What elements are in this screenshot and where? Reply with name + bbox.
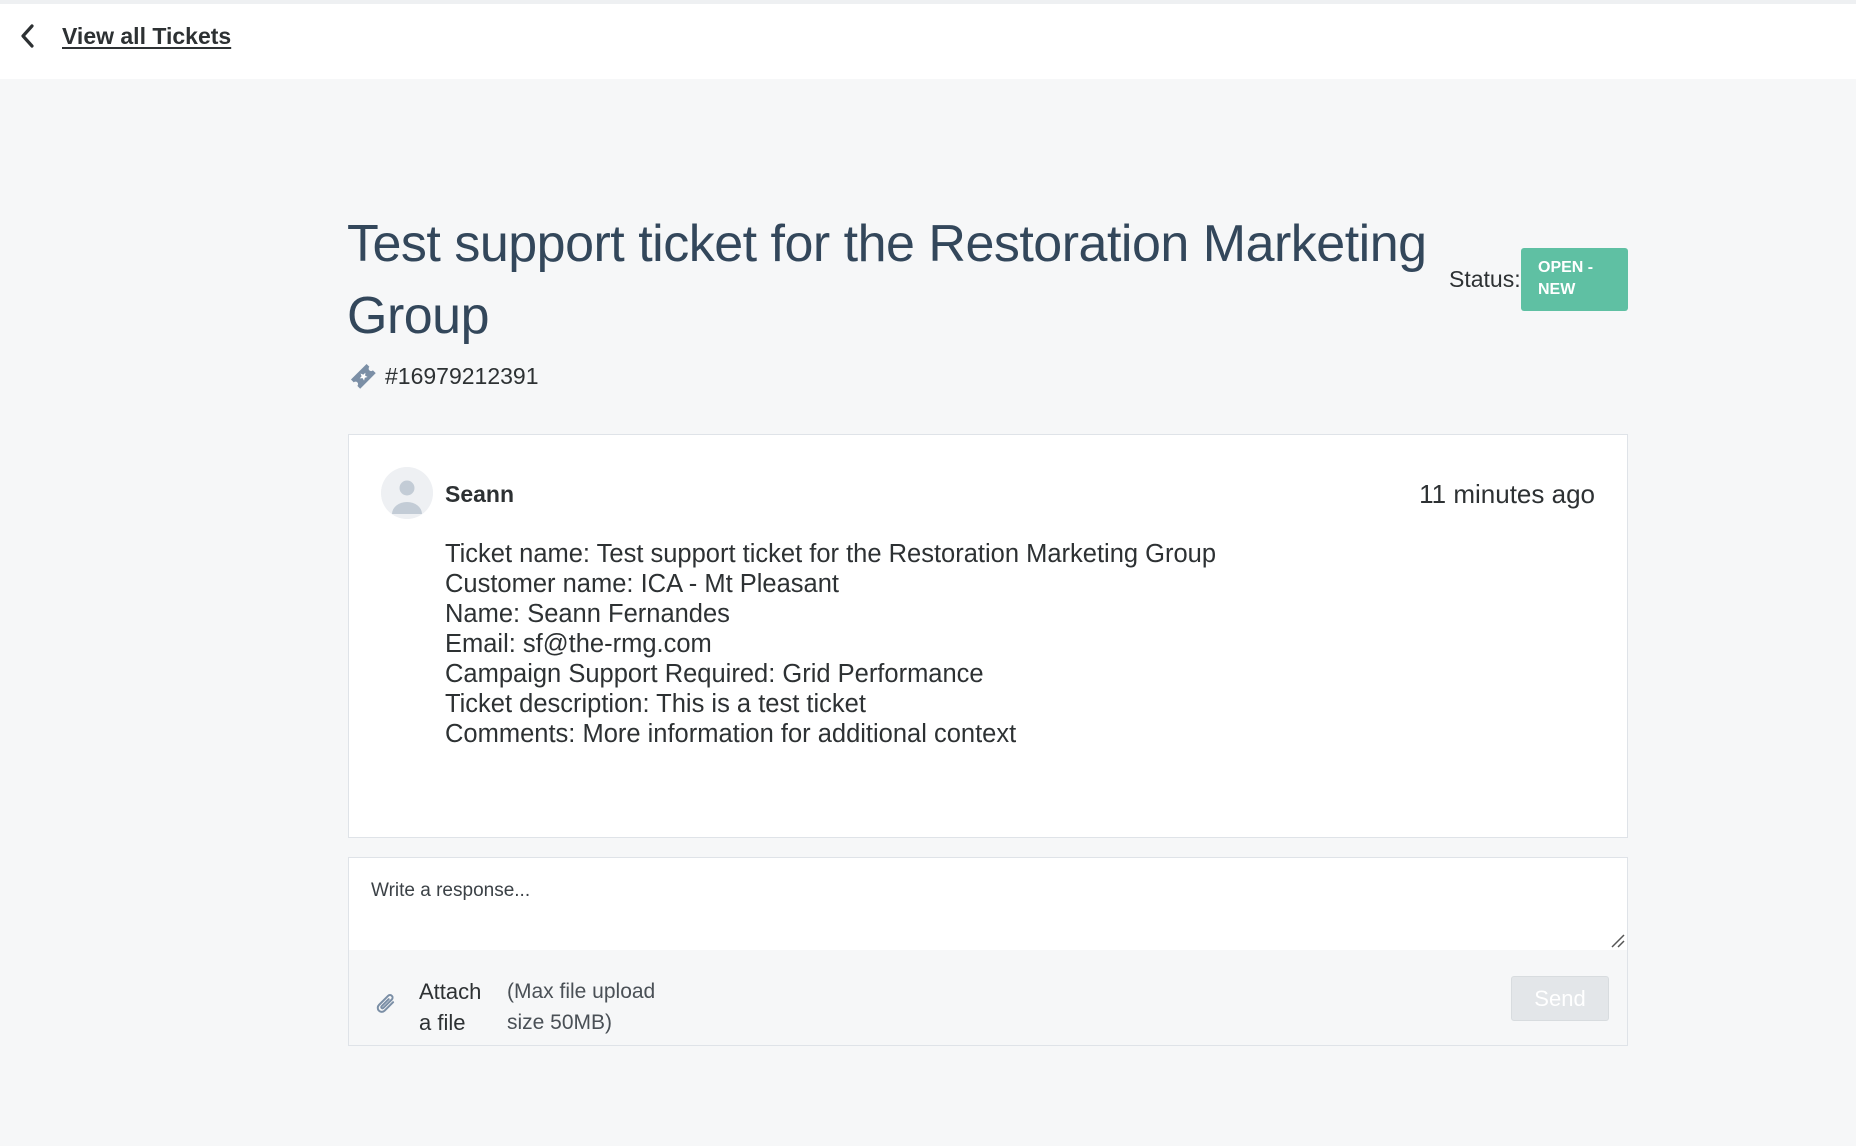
- chevron-left-icon: [21, 24, 34, 48]
- message-card: Seann 11 minutes ago Ticket name: Test s…: [348, 434, 1628, 838]
- message-author: Seann: [445, 481, 515, 507]
- message-body: Ticket name: Test support ticket for the…: [445, 539, 1216, 749]
- message-line: Comments: More information for additiona…: [445, 720, 1017, 748]
- message-line: Customer name: ICA - Mt Pleasant: [445, 570, 839, 598]
- attach-file-button[interactable]: Attach a file: [373, 976, 491, 1038]
- message-line: Campaign Support Required: Grid Performa…: [445, 660, 984, 688]
- upload-size-hint: (Max file upload size 50MB): [507, 980, 656, 1034]
- top-bar: View all Tickets: [0, 0, 1856, 79]
- ticket-icon: [350, 363, 376, 389]
- ticket-id: #16979212391: [385, 362, 539, 389]
- user-avatar-icon: [381, 467, 433, 519]
- message-line: Ticket description: This is a test ticke…: [445, 690, 866, 718]
- back-to-tickets-link[interactable]: View all Tickets: [18, 18, 231, 54]
- status-badge: OPEN - NEW: [1521, 248, 1628, 311]
- message-line: Name: Seann Fernandes: [445, 600, 730, 628]
- message-line: Email: sf@the-rmg.com: [445, 630, 712, 658]
- message-timestamp: 11 minutes ago: [1419, 479, 1595, 509]
- response-input[interactable]: [349, 858, 1627, 950]
- attach-file-label: Attach a file: [419, 979, 482, 1035]
- reply-box: Attach a file (Max file upload size 50MB…: [348, 857, 1628, 1046]
- resize-handle-icon[interactable]: [1609, 932, 1625, 948]
- ticket-title: Test support ticket for the Restoration …: [347, 215, 1427, 345]
- send-button[interactable]: Send: [1511, 976, 1609, 1021]
- back-link-label: View all Tickets: [62, 22, 232, 49]
- message-line: Ticket name: Test support ticket for the…: [445, 540, 1217, 568]
- status-label: Status:: [1449, 266, 1521, 292]
- ticket-id-row: #16979212391: [347, 360, 539, 392]
- reply-footer: Attach a file (Max file upload size 50MB…: [349, 950, 1627, 1045]
- paperclip-icon: [376, 994, 395, 1013]
